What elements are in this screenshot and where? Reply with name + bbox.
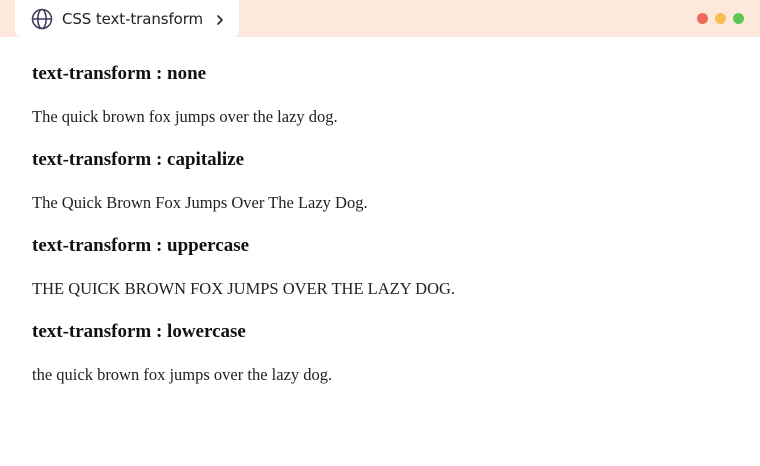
text-capitalize: The Quick Brown Fox Jumps Over The Lazy … xyxy=(32,193,368,212)
close-dot-icon[interactable] xyxy=(697,13,708,24)
browser-top-bar: CSS text-transform xyxy=(0,0,760,37)
heading-lowercase: text-transform : lowercase xyxy=(32,321,246,342)
tab-title: CSS text-transform xyxy=(62,9,204,28)
globe-icon xyxy=(31,8,53,30)
heading-uppercase: text-transform : uppercase xyxy=(32,235,250,256)
browser-tab[interactable]: CSS text-transform xyxy=(15,0,239,37)
window-controls xyxy=(697,13,744,24)
chevron-right-icon[interactable] xyxy=(215,13,225,25)
heading-none: text-transform : none xyxy=(32,63,207,84)
text-lowercase: the quick brown fox jumps over the lazy … xyxy=(32,365,333,384)
heading-capitalize: text-transform : capitalize xyxy=(32,149,245,170)
text-uppercase: THE QUICK BROWN FOX JUMPS OVER THE LAZY … xyxy=(32,279,456,298)
maximize-dot-icon[interactable] xyxy=(733,13,744,24)
text-none: The quick brown fox jumps over the lazy … xyxy=(32,107,338,126)
minimize-dot-icon[interactable] xyxy=(715,13,726,24)
page-content: text-transform : none The quick brown fo… xyxy=(32,56,732,400)
